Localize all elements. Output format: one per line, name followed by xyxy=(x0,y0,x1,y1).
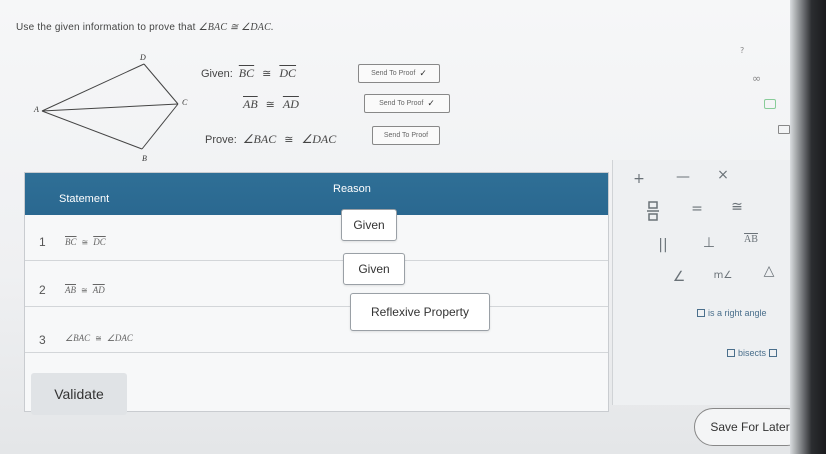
reason-header: Reason xyxy=(333,183,371,195)
kite-diagram: D A C B xyxy=(33,53,188,163)
checkbox-icon xyxy=(697,309,705,317)
point-d-label: D xyxy=(139,53,146,62)
given-2-left: AB xyxy=(243,97,258,111)
reason-label: Given xyxy=(353,218,385,232)
given-1-right: DC xyxy=(279,66,297,80)
congruent-symbol: ≅ xyxy=(81,237,89,247)
calculator-icon[interactable] xyxy=(764,99,776,109)
page: Use the given information to prove that … xyxy=(0,0,806,454)
segment-symbol[interactable]: AB xyxy=(731,226,771,252)
table-row: 2 AB ≅ AD Given xyxy=(25,253,608,307)
statement-left: BC xyxy=(65,237,77,247)
reason-given-button[interactable]: Given xyxy=(341,209,397,241)
reason-label: Reflexive Property xyxy=(370,305,470,319)
statement-left: AB xyxy=(65,285,76,295)
bisects-option[interactable]: bisects xyxy=(727,348,778,358)
fraction-icon xyxy=(647,201,659,221)
equals-symbol[interactable]: = xyxy=(677,196,717,222)
checkbox-icon xyxy=(727,349,735,357)
checkbox-icon xyxy=(769,349,778,357)
statement-cell: AB ≅ AD xyxy=(65,285,105,295)
validate-button[interactable]: Validate xyxy=(31,373,127,415)
statement-cell: BC ≅ DC xyxy=(65,237,106,247)
given-1-left: BC xyxy=(238,66,255,80)
congruent-symbol: ≅ xyxy=(81,285,88,295)
row-number: 2 xyxy=(39,283,46,297)
minus-symbol[interactable]: — xyxy=(663,164,703,190)
bisects-label: bisects xyxy=(738,348,767,358)
save-label: Save For Later xyxy=(710,420,790,434)
measure-angle-symbol[interactable]: m∠ xyxy=(703,262,743,288)
point-a-label: A xyxy=(33,105,39,114)
send-to-proof-label: Send To Proof xyxy=(371,70,416,77)
row-number: 3 xyxy=(39,333,46,347)
given-label: Given: xyxy=(201,67,233,80)
prove-right: ∠DAC xyxy=(301,132,337,146)
plus-symbol[interactable]: + xyxy=(619,166,659,192)
statement-left: ∠BAC xyxy=(65,333,91,343)
send-to-proof-button-1[interactable]: Send To Proof ✓ xyxy=(358,64,440,83)
reason-reflexive-button[interactable]: Reflexive Property xyxy=(350,293,490,331)
screen-edge xyxy=(790,0,826,454)
congruent-symbol: ≅ xyxy=(262,67,272,80)
point-c-label: C xyxy=(182,98,188,107)
statement-cell: ∠BAC ≅ ∠DAC xyxy=(65,333,133,344)
congruent-symbol: ≅ xyxy=(284,133,294,146)
validate-label: Validate xyxy=(54,386,104,402)
instruction: Use the given information to prove that … xyxy=(16,22,274,33)
check-icon: ✓ xyxy=(419,68,427,79)
congruent-palette-symbol[interactable]: ≅ xyxy=(717,194,757,220)
perpendicular-symbol[interactable]: ⊥ xyxy=(689,230,729,256)
prove-line: Prove: ∠BAC ≅ ∠DAC xyxy=(205,132,336,147)
statement-header: Statement xyxy=(59,193,110,205)
proof-table: Statement Reason 1 BC ≅ DC Given 2 AB ≅ … xyxy=(24,172,609,415)
right-angle-option[interactable]: is a right angle xyxy=(697,308,767,318)
row-number: 1 xyxy=(39,235,46,249)
congruent-symbol: ≅ xyxy=(95,334,102,343)
statement-right: ∠DAC xyxy=(106,333,133,343)
help-icon[interactable]: ? xyxy=(740,46,744,55)
statement-right: AD xyxy=(92,285,105,295)
parallel-symbol[interactable]: || xyxy=(643,232,683,258)
instruction-text: Use the given information to prove that xyxy=(16,22,199,33)
symbol-palette: + — × = ≅ || ⊥ AB ∠ m∠ △ is a right angl… xyxy=(612,160,790,405)
triangle-symbol[interactable]: △ xyxy=(749,258,789,284)
check-icon: ✓ xyxy=(427,98,435,109)
table-row: 1 BC ≅ DC Given xyxy=(25,209,608,261)
fraction-symbol[interactable] xyxy=(633,198,673,224)
times-symbol[interactable]: × xyxy=(703,162,743,188)
given-line-2: AB ≅ AD xyxy=(243,97,299,112)
statement-right: DC xyxy=(93,237,106,247)
send-to-proof-button-3[interactable]: Send To Proof xyxy=(372,126,440,145)
right-angle-label: is a right angle xyxy=(708,308,767,318)
send-to-proof-label: Send To Proof xyxy=(383,132,429,139)
reason-label: Given xyxy=(358,262,390,276)
instruction-statement: ∠BAC ≅ ∠DAC. xyxy=(198,22,274,33)
send-to-proof-label: Send To Proof xyxy=(379,100,424,107)
prove-left: ∠BAC xyxy=(242,132,277,146)
given-2-right: AD xyxy=(282,97,299,111)
reason-given-button[interactable]: Given xyxy=(343,253,405,285)
congruent-symbol: ≅ xyxy=(265,98,275,111)
mail-icon[interactable] xyxy=(778,125,790,134)
infinity-icon[interactable]: ∞ xyxy=(752,72,761,85)
table-header: Statement Reason xyxy=(25,173,608,215)
prove-label: Prove: xyxy=(205,133,237,146)
angle-symbol[interactable]: ∠ xyxy=(659,264,699,290)
table-row: 3 ∠BAC ≅ ∠DAC Reflexive Property xyxy=(25,293,608,353)
point-b-label: B xyxy=(142,154,147,163)
send-to-proof-button-2[interactable]: Send To Proof ✓ xyxy=(364,94,450,113)
given-line-1: Given: BC ≅ DC xyxy=(201,66,296,81)
